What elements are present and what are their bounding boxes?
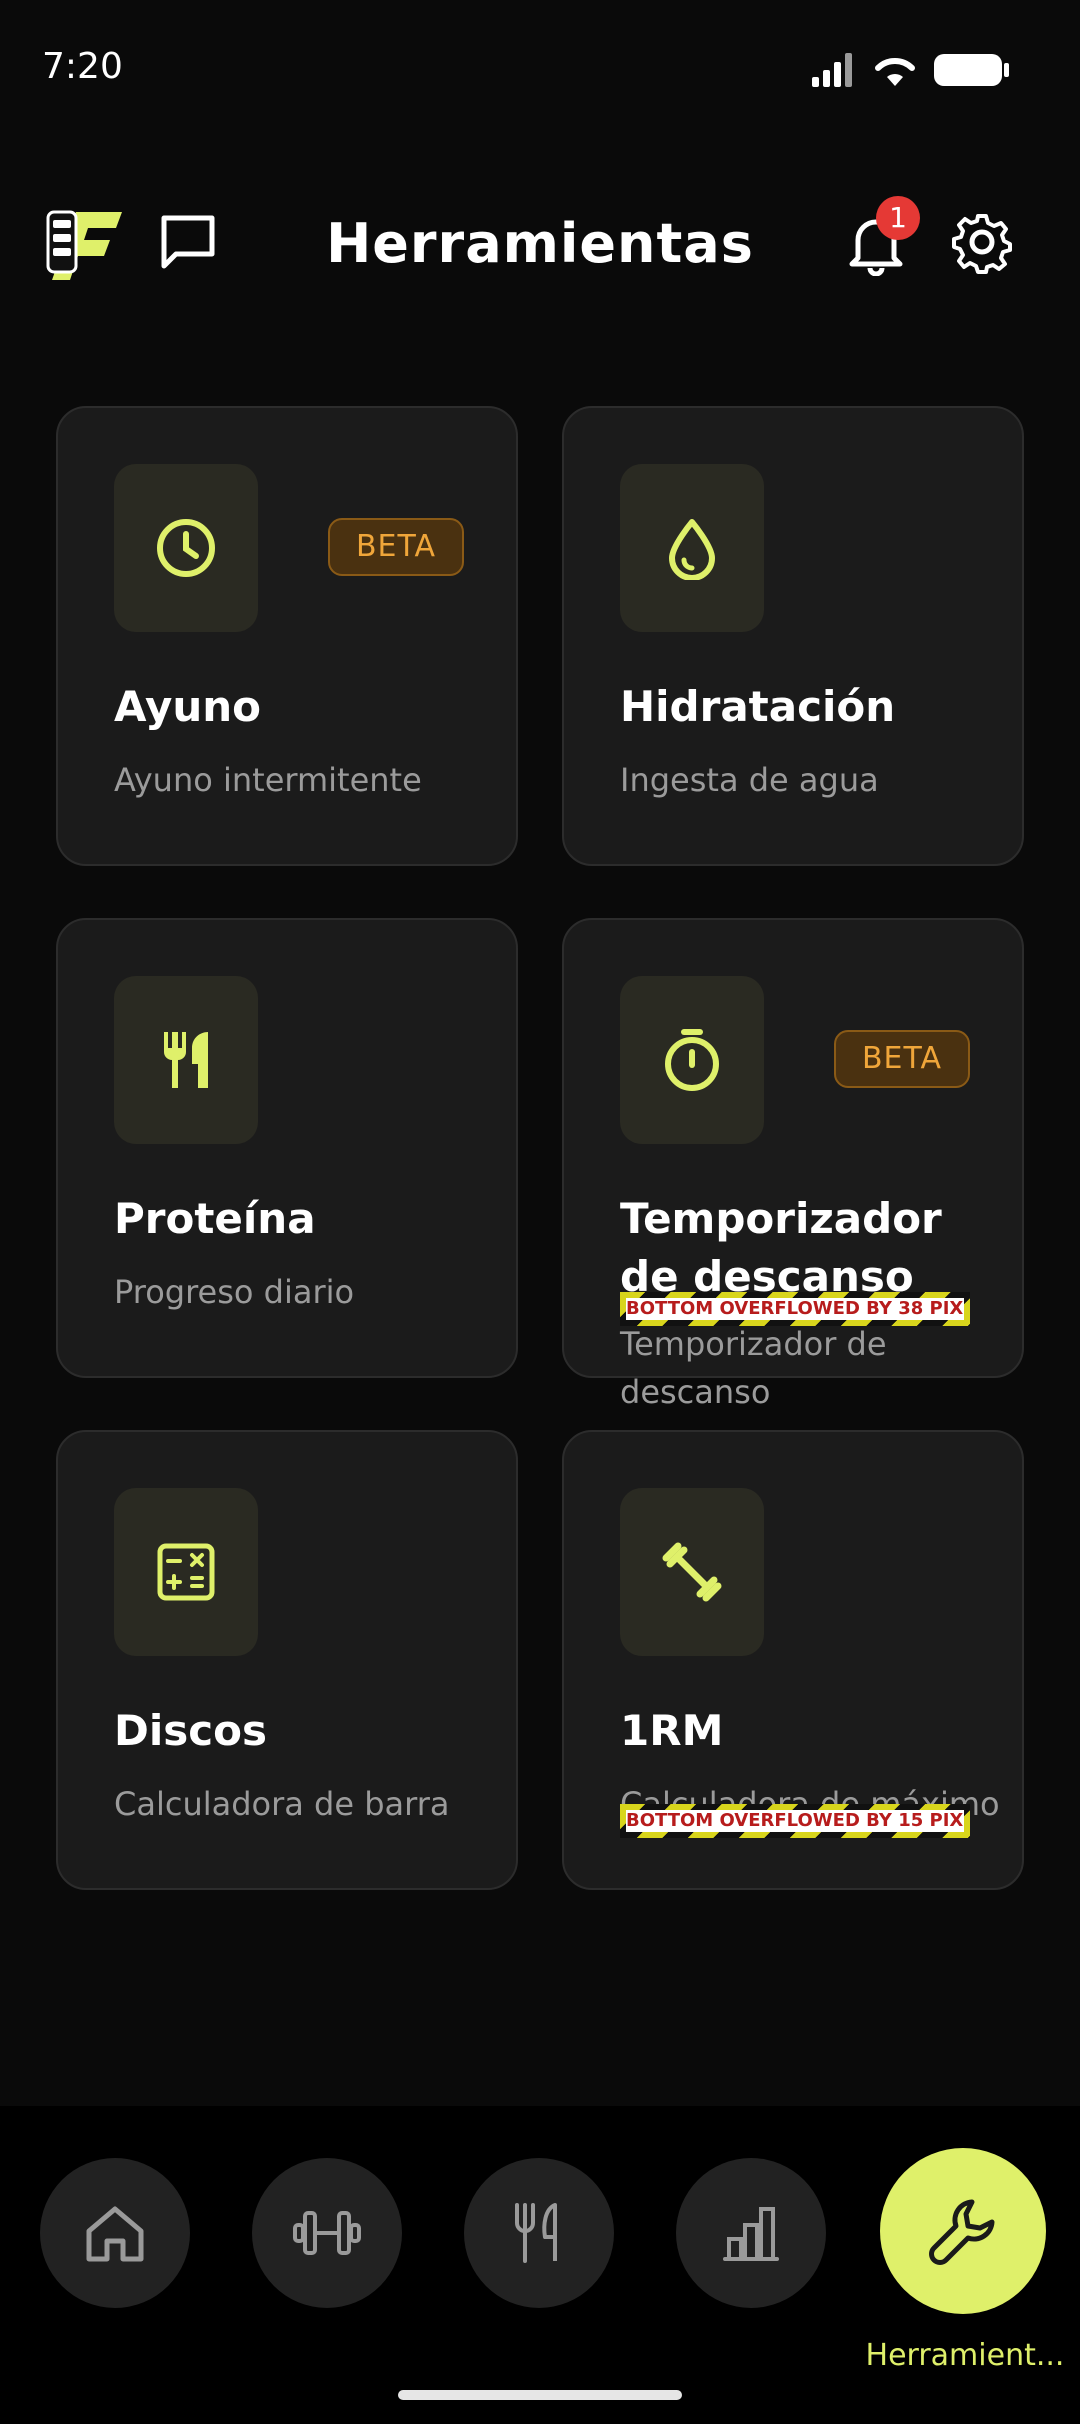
card-icon-box (114, 1488, 258, 1656)
settings-button[interactable] (950, 210, 1014, 274)
card-subtitle: Ayuno intermitente (114, 761, 422, 799)
wifi-icon (875, 57, 915, 86)
card-icon-box (620, 464, 764, 632)
water-drop-icon (669, 519, 715, 580)
beta-badge: BETA (834, 1030, 970, 1088)
card-title: Ayuno (114, 682, 262, 731)
nav-home-button[interactable] (40, 2158, 190, 2308)
tool-card-hidratacion[interactable]: Hidratación Ingesta de agua (562, 406, 1024, 866)
tool-card-ayuno[interactable]: BETA Ayuno Ayuno intermitente (56, 406, 518, 866)
workout-icon (293, 2211, 361, 2255)
card-icon-box (114, 976, 258, 1144)
overflow-warning-text: BOTTOM OVERFLOWED BY 38 PIXELS (626, 1298, 964, 1320)
tool-card-proteina[interactable]: Proteína Progreso diario (56, 918, 518, 1378)
card-icon-box (620, 1488, 764, 1656)
beta-badge: BETA (328, 518, 464, 576)
clock-icon (157, 519, 215, 577)
card-title: Discos (114, 1706, 268, 1755)
bottom-navigation: Herramient... (0, 2106, 1080, 2424)
tool-card-temporizador[interactable]: BETA Temporizador de descanso Temporizad… (562, 918, 1024, 1411)
calculator-icon (157, 1543, 215, 1601)
status-time: 7:20 (42, 46, 123, 87)
signal-icon (812, 53, 852, 87)
card-subtitle: Calculadora de barra (114, 1785, 450, 1823)
nav-workout-button[interactable] (252, 2158, 402, 2308)
fork-knife-icon (164, 1032, 208, 1088)
dumbbell-icon (662, 1542, 722, 1602)
tool-card-1rm[interactable]: 1RM Calculadora de máximo BOTTOM OVERFLO… (562, 1430, 1024, 1890)
card-title: Proteína (114, 1194, 316, 1243)
tool-card-discos[interactable]: Discos Calculadora de barra (56, 1430, 518, 1890)
nav-tools-button[interactable] (880, 2148, 1046, 2314)
wrench-icon (929, 2199, 995, 2265)
nav-nutrition-button[interactable] (464, 2158, 614, 2308)
card-title: 1RM (620, 1706, 724, 1755)
card-subtitle: Ingesta de agua (620, 761, 879, 799)
nav-active-label: Herramient... (865, 2338, 1065, 2373)
card-title: Hidratación (620, 682, 896, 731)
app-header: Herramientas 1 (0, 190, 1080, 300)
gear-icon (952, 214, 1012, 274)
home-indicator (398, 2390, 682, 2400)
stopwatch-icon (665, 1029, 719, 1091)
stats-icon (723, 2207, 779, 2261)
status-bar: 7:20 (0, 0, 1080, 140)
overflow-warning-text: BOTTOM OVERFLOWED BY 15 PIXELS (626, 1810, 964, 1832)
nav-stats-button[interactable] (676, 2158, 826, 2308)
nutrition-icon (515, 2203, 557, 2263)
battery-icon (934, 54, 1009, 86)
card-icon-box (620, 976, 764, 1144)
overflow-warning: BOTTOM OVERFLOWED BY 38 PIXELS (620, 1292, 970, 1326)
card-subtitle: Temporizador de descanso (620, 1325, 887, 1411)
status-icons (812, 52, 1010, 88)
card-title: Temporizador de descanso (620, 1194, 942, 1301)
home-icon (86, 2206, 144, 2262)
card-icon-box (114, 464, 258, 632)
card-subtitle: Progreso diario (114, 1273, 355, 1311)
notification-badge: 1 (876, 196, 920, 240)
overflow-warning: BOTTOM OVERFLOWED BY 15 PIXELS (620, 1804, 970, 1838)
